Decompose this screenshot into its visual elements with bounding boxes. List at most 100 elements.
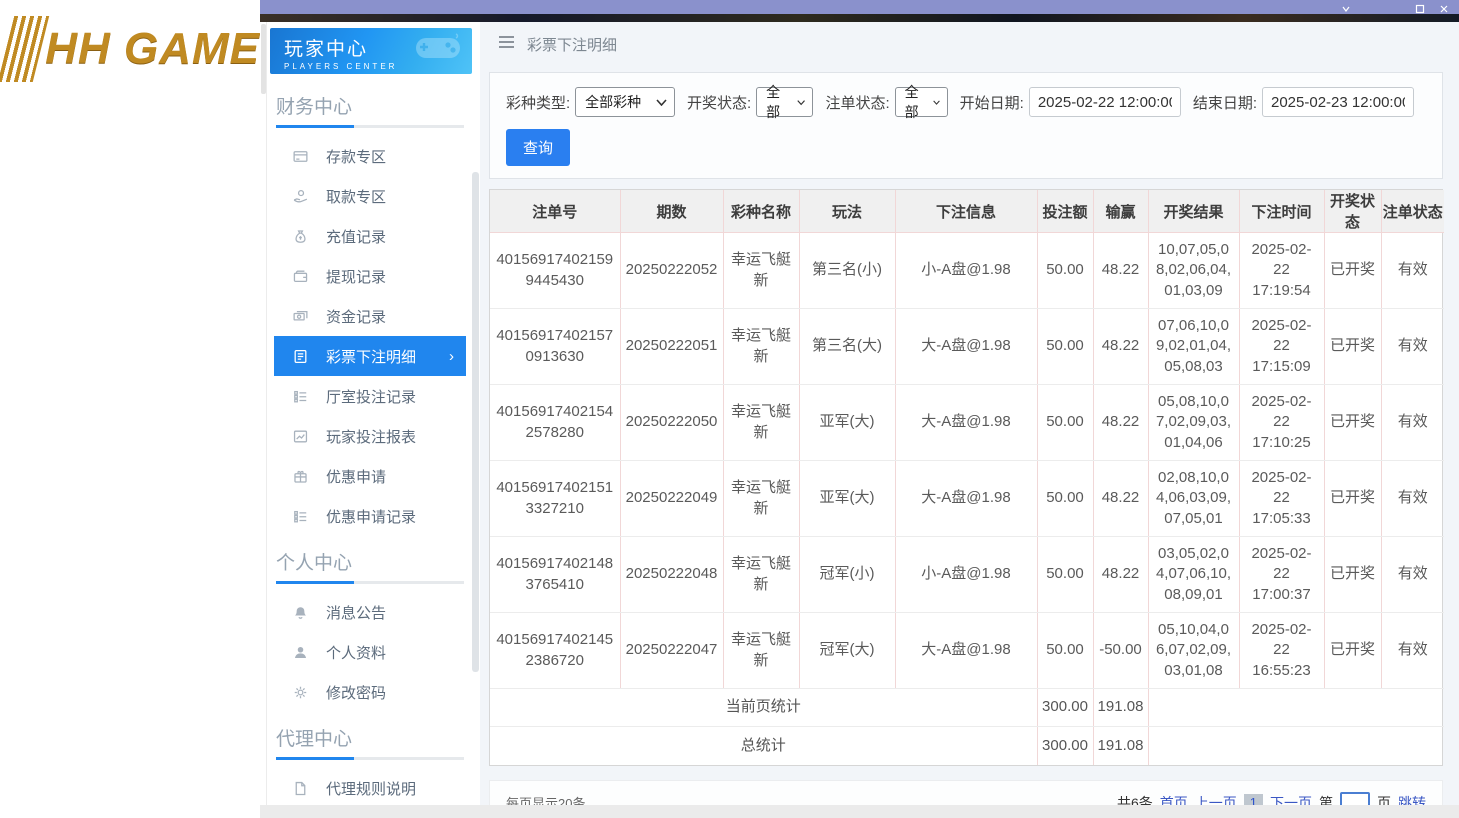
sidebar-item-label: 优惠申请	[326, 468, 387, 486]
lottery-type-select[interactable]: 全部彩种	[575, 87, 675, 117]
cell-bet-amount: 50.00	[1037, 612, 1094, 689]
cell-bet-amount: 50.00	[1037, 232, 1094, 309]
sidebar-header: 玩家中心 PLAYERS CENTER	[270, 28, 472, 74]
col-header-bet-time: 下注时间	[1239, 190, 1325, 233]
file-icon	[292, 780, 309, 797]
hamburger-icon[interactable]	[498, 35, 515, 53]
col-header-order-no: 注单号	[490, 190, 621, 233]
cell-order-no: 401569174021483765410	[490, 536, 621, 613]
gamepad-icon	[416, 33, 460, 58]
sidebar-scrollbar[interactable]	[472, 172, 479, 672]
sidebar-item-label: 充值记录	[326, 228, 387, 246]
cell-bet-time: 2025-02-22 17:19:54	[1239, 232, 1325, 309]
window-titlebar	[260, 0, 1459, 14]
cell-draw-result: 07,06,10,09,02,01,04,05,08,03	[1148, 308, 1240, 385]
draw-status-select[interactable]: 全部	[756, 84, 814, 120]
maximize-icon[interactable]	[1415, 1, 1425, 19]
sidebar-item-profile[interactable]: 个人资料	[274, 632, 466, 672]
lottery-type-label: 彩种类型:	[506, 94, 571, 112]
table-row: 401569174021513327210 20250222049 幸运飞艇新 亚军(…	[490, 460, 1444, 537]
sidebar-item-promo-apply-records[interactable]: 优惠申请记录	[274, 496, 466, 536]
cell-lottery-name: 幸运飞艇新	[723, 384, 800, 461]
sidebar-item-promo-apply[interactable]: 优惠申请	[274, 456, 466, 496]
draw-status-label: 开奖状态:	[686, 94, 752, 112]
chevron-down-icon[interactable]	[1341, 1, 1351, 19]
bet-table: 注单号 期数 彩种名称 玩法 下注信息 投注额 输赢 开奖结果 下注时间 开奖状态 注单状态 401…	[490, 190, 1444, 765]
banknote-icon	[292, 308, 309, 325]
sidebar-item-withdrawal-records[interactable]: 提现记录	[274, 256, 466, 296]
col-header-period: 期数	[620, 190, 724, 233]
summary-bet-amount: 300.00	[1037, 726, 1094, 765]
sidebar-item-hall-bet-records[interactable]: 厅室投注记录	[274, 376, 466, 416]
cell-draw-result: 10,07,05,08,02,06,04,01,03,09	[1148, 232, 1240, 309]
sidebar-item-label: 取款专区	[326, 188, 387, 206]
card-icon	[292, 148, 309, 165]
sidebar-item-agent-rules[interactable]: 代理规则说明	[274, 768, 466, 808]
sidebar-item-deposit-zone[interactable]: 存款专区	[274, 136, 466, 176]
cell-draw-status: 已开奖	[1324, 612, 1382, 689]
sidebar-item-label: 代理规则说明	[326, 780, 417, 798]
sidebar-item-recharge-records[interactable]: 充值记录	[274, 216, 466, 256]
cell-period: 20250222048	[620, 536, 724, 613]
user-icon	[292, 644, 309, 661]
sidebar-item-withdraw-zone[interactable]: 取款专区	[274, 176, 466, 216]
col-header-draw-result: 开奖结果	[1148, 190, 1240, 233]
end-date-input[interactable]	[1262, 87, 1414, 117]
sidebar-item-label: 存款专区	[326, 148, 387, 166]
chevron-down-icon	[797, 99, 806, 105]
cell-order-status: 有效	[1381, 460, 1444, 537]
order-status-select[interactable]: 全部	[894, 84, 948, 120]
decor-strip	[260, 14, 1459, 22]
sidebar-item-change-password[interactable]: 修改密码	[274, 672, 466, 712]
sidebar-item-label: 厅室投注记录	[326, 388, 417, 406]
cell-order-no: 401569174021452386720	[490, 612, 621, 689]
sidebar-item-player-bet-report[interactable]: 玩家投注报表	[274, 416, 466, 456]
col-header-order-status: 注单状态	[1381, 190, 1444, 233]
summary-bet-amount: 300.00	[1037, 688, 1094, 727]
app-window: 玩家中心 PLAYERS CENTER 财务中心 存款专区 取款专区 充值记录 提现记录…	[260, 0, 1459, 818]
table-row: 401569174021483765410 20250222048 幸运飞艇新 冠军(…	[490, 536, 1444, 613]
horizontal-scrollbar-track[interactable]	[260, 805, 1459, 818]
document-list-icon	[292, 348, 309, 365]
summary-label: 总统计	[490, 726, 1038, 765]
sidebar-item-messages[interactable]: 消息公告	[274, 592, 466, 632]
summary-row: 当前页统计 300.00 191.08	[490, 688, 1444, 727]
cell-order-status: 有效	[1381, 232, 1444, 309]
cell-draw-status: 已开奖	[1324, 460, 1382, 537]
sidebar-item-funds-records[interactable]: 资金记录	[274, 296, 466, 336]
cell-order-status: 有效	[1381, 612, 1444, 689]
col-header-play-type: 玩法	[799, 190, 896, 233]
logo-pane: HH GAME	[0, 0, 260, 818]
end-date-label: 结束日期:	[1192, 94, 1257, 112]
sidebar-item-label: 优惠申请记录	[326, 508, 417, 526]
cell-period: 20250222047	[620, 612, 724, 689]
close-icon[interactable]	[1439, 1, 1449, 19]
cell-win-loss: 48.22	[1093, 232, 1149, 309]
query-button[interactable]: 查询	[506, 129, 571, 166]
cell-draw-result: 05,10,04,06,07,02,09,03,01,08	[1148, 612, 1240, 689]
summary-win-loss: 191.08	[1093, 688, 1149, 727]
cell-lottery-name: 幸运飞艇新	[723, 232, 800, 309]
gear-icon	[292, 684, 309, 701]
cell-bet-info: 大-A盘@1.98	[895, 384, 1038, 461]
cell-win-loss: 48.22	[1093, 460, 1149, 537]
sidebar-left-scrollbar[interactable]	[260, 22, 267, 818]
sidebar-item-label: 玩家投注报表	[326, 428, 417, 446]
cell-bet-time: 2025-02-22 17:10:25	[1239, 384, 1325, 461]
chevron-down-icon	[656, 98, 667, 106]
sidebar-item-label: 修改密码	[326, 684, 387, 702]
start-date-label: 开始日期:	[959, 94, 1024, 112]
main-content: 彩票下注明细 彩种类型: 全部彩种 开奖状态: 全部 注单状态: 全部 开始日期…	[480, 22, 1459, 818]
summary-empty	[1148, 727, 1444, 765]
cell-bet-time: 2025-02-22 17:00:37	[1239, 536, 1325, 613]
list-icon	[292, 388, 309, 405]
sidebar-item-lottery-bet-details[interactable]: 彩票下注明细 ›	[274, 336, 466, 376]
cell-win-loss: 48.22	[1093, 308, 1149, 385]
section-divider	[276, 125, 464, 128]
cell-bet-info: 大-A盘@1.98	[895, 460, 1038, 537]
col-header-draw-status: 开奖状态	[1324, 190, 1382, 233]
section-divider	[276, 581, 464, 584]
cell-bet-info: 小-A盘@1.98	[895, 536, 1038, 613]
cell-draw-status: 已开奖	[1324, 232, 1382, 309]
start-date-input[interactable]	[1028, 87, 1181, 117]
